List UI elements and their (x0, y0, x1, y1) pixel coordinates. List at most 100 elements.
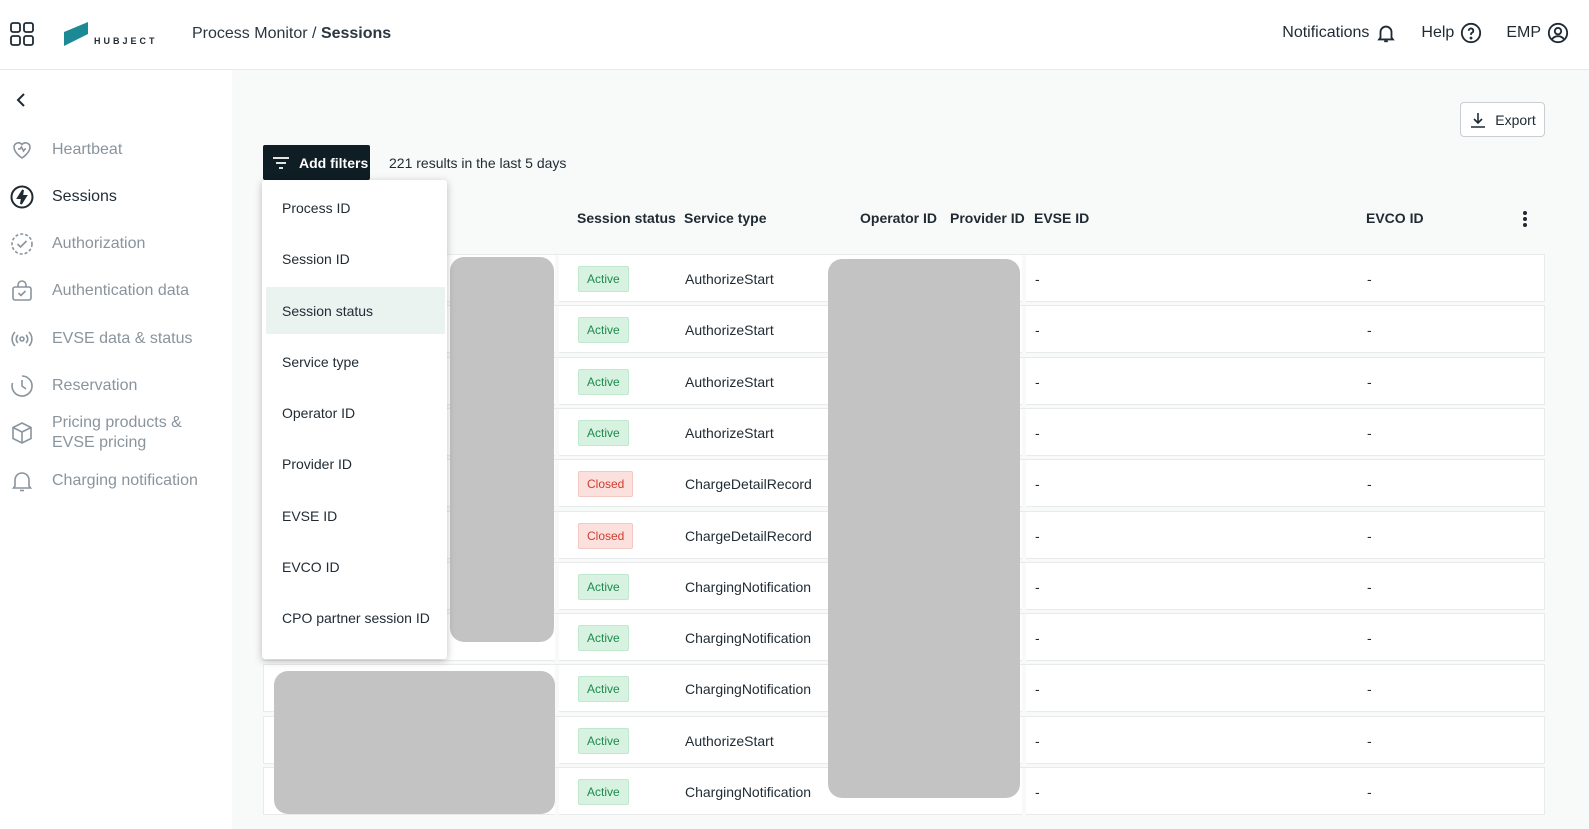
evse-id-cell: - (1035, 374, 1040, 390)
service-type-cell: ChargeDetailRecord (685, 476, 812, 492)
session-status-cell: Active (578, 306, 629, 354)
evco-id-cell: - (1367, 425, 1372, 441)
chevron-left-icon[interactable] (12, 90, 32, 110)
help-button[interactable]: Help (1421, 22, 1482, 44)
status-badge: Active (578, 317, 629, 343)
filter-option-cpo-partner-session-id[interactable]: CPO partner session ID (266, 594, 445, 641)
column-header-operator-id[interactable]: Operator ID (860, 210, 937, 226)
evse-id-cell: - (1035, 733, 1040, 749)
help-circle-icon (1461, 22, 1482, 44)
filter-option-session-status[interactable]: Session status (266, 287, 445, 334)
help-label: Help (1421, 24, 1455, 41)
status-badge: Closed (578, 471, 634, 497)
breadcrumb-parent[interactable]: Process Monitor (192, 25, 308, 42)
filter-option-evse-id[interactable]: EVSE ID (266, 492, 445, 539)
bag-icon (12, 280, 32, 301)
evse-id-cell: - (1035, 528, 1040, 544)
evco-id-cell: - (1367, 322, 1372, 338)
column-divider (1022, 768, 1026, 816)
column-header-service-type[interactable]: Service type (684, 210, 767, 226)
sidebar-item-label-line2: EVSE pricing (52, 434, 147, 451)
heart-icon (13, 142, 31, 159)
sidebar-item-pricing[interactable]: Pricing products & EVSE pricing (10, 413, 182, 453)
add-filters-button[interactable]: Add filters (263, 145, 370, 180)
hubject-logo[interactable]: HUBJECT (64, 20, 164, 48)
breadcrumb-current: Sessions (320, 25, 392, 42)
column-divider (1022, 358, 1026, 406)
evse-id-cell: - (1035, 425, 1040, 441)
column-divider (555, 717, 559, 765)
sidebar-item-label: Authorization (52, 235, 146, 252)
sidebar-item-label-line1: Pricing products & (52, 414, 182, 431)
export-button[interactable]: Export (1460, 102, 1545, 137)
service-type-cell: ChargingNotification (685, 630, 812, 646)
filter-option-provider-id[interactable]: Provider ID (266, 440, 445, 487)
service-type-cell: AuthorizeStart (685, 271, 774, 287)
filter-option-session-id[interactable]: Session ID (266, 235, 445, 282)
sidebar: Heartbeat Sessions Authorization Authent… (0, 70, 232, 829)
more-vertical-icon[interactable] (1520, 209, 1530, 229)
logo-mark-icon (64, 22, 88, 46)
filter-option-service-type[interactable]: Service type (266, 338, 445, 385)
session-status-cell: Active (578, 665, 629, 713)
check-circle-icon (11, 233, 33, 255)
status-badge: Active (578, 369, 629, 395)
sidebar-item-reservation[interactable]: Reservation (10, 374, 137, 398)
sidebar-item-evse-data-status[interactable]: EVSE data & status (10, 327, 193, 351)
sidebar-item-authentication-data[interactable]: Authentication data (10, 279, 189, 303)
evse-id-cell: - (1035, 784, 1040, 800)
notifications-button[interactable]: Notifications (1282, 22, 1397, 44)
column-divider (555, 512, 559, 560)
service-type-cell: ChargingNotification (685, 784, 812, 800)
sidebar-item-label: Authentication data (52, 282, 189, 299)
evse-id-cell: - (1035, 271, 1040, 287)
add-filters-label: Add filters (299, 154, 369, 171)
apps-grid-icon[interactable] (10, 22, 34, 46)
redacted-block (450, 257, 554, 642)
sidebar-item-heartbeat[interactable]: Heartbeat (10, 138, 122, 162)
evse-id-cell: - (1035, 579, 1040, 595)
sidebar-item-label: Pricing products & EVSE pricing (52, 413, 182, 453)
column-divider (555, 358, 559, 406)
sidebar-item-sessions[interactable]: Sessions (10, 185, 117, 209)
export-label: Export (1495, 111, 1536, 128)
lightning-icon (10, 185, 34, 209)
evco-id-cell: - (1367, 733, 1372, 749)
column-divider (1022, 563, 1026, 611)
filter-option-operator-id[interactable]: Operator ID (266, 389, 445, 436)
column-divider (1022, 614, 1026, 662)
results-count: 221 results in the last 5 days (389, 155, 567, 171)
download-icon (1471, 112, 1486, 128)
breadcrumb: Process Monitor / Sessions (192, 25, 391, 43)
bell-icon (11, 472, 33, 492)
column-header-evse-id[interactable]: EVSE ID (1034, 210, 1089, 226)
session-status-cell: Active (578, 358, 629, 406)
service-type-cell: AuthorizeStart (685, 322, 774, 338)
filter-option-evco-id[interactable]: EVCO ID (266, 543, 445, 590)
column-header-evco-id[interactable]: EVCO ID (1366, 210, 1424, 226)
sidebar-item-label: EVSE data & status (52, 330, 193, 347)
column-header-provider-id[interactable]: Provider ID (950, 210, 1025, 226)
column-divider (1022, 460, 1026, 508)
service-type-cell: ChargingNotification (685, 681, 812, 697)
filter-icon (273, 156, 289, 169)
evco-id-cell: - (1367, 681, 1372, 697)
status-badge: Active (578, 420, 629, 446)
sidebar-item-charging-notification[interactable]: Charging notification (10, 469, 198, 493)
evco-id-cell: - (1367, 374, 1372, 390)
column-divider (555, 768, 559, 816)
clock-icon (11, 375, 33, 397)
column-header-session-status[interactable]: Session status (577, 210, 676, 226)
evse-id-cell: - (1035, 681, 1040, 697)
session-status-cell: Active (578, 255, 629, 303)
column-divider (555, 460, 559, 508)
filter-option-process-id[interactable]: Process ID (266, 184, 445, 231)
filter-dropdown: Process ID Session ID Session status Ser… (262, 180, 447, 659)
status-badge: Active (578, 676, 629, 702)
evse-id-cell: - (1035, 322, 1040, 338)
sidebar-item-authorization[interactable]: Authorization (10, 232, 145, 256)
column-divider (555, 665, 559, 713)
account-button[interactable]: EMP (1506, 22, 1569, 44)
session-status-cell: Active (578, 563, 629, 611)
breadcrumb-separator: / (307, 25, 321, 42)
